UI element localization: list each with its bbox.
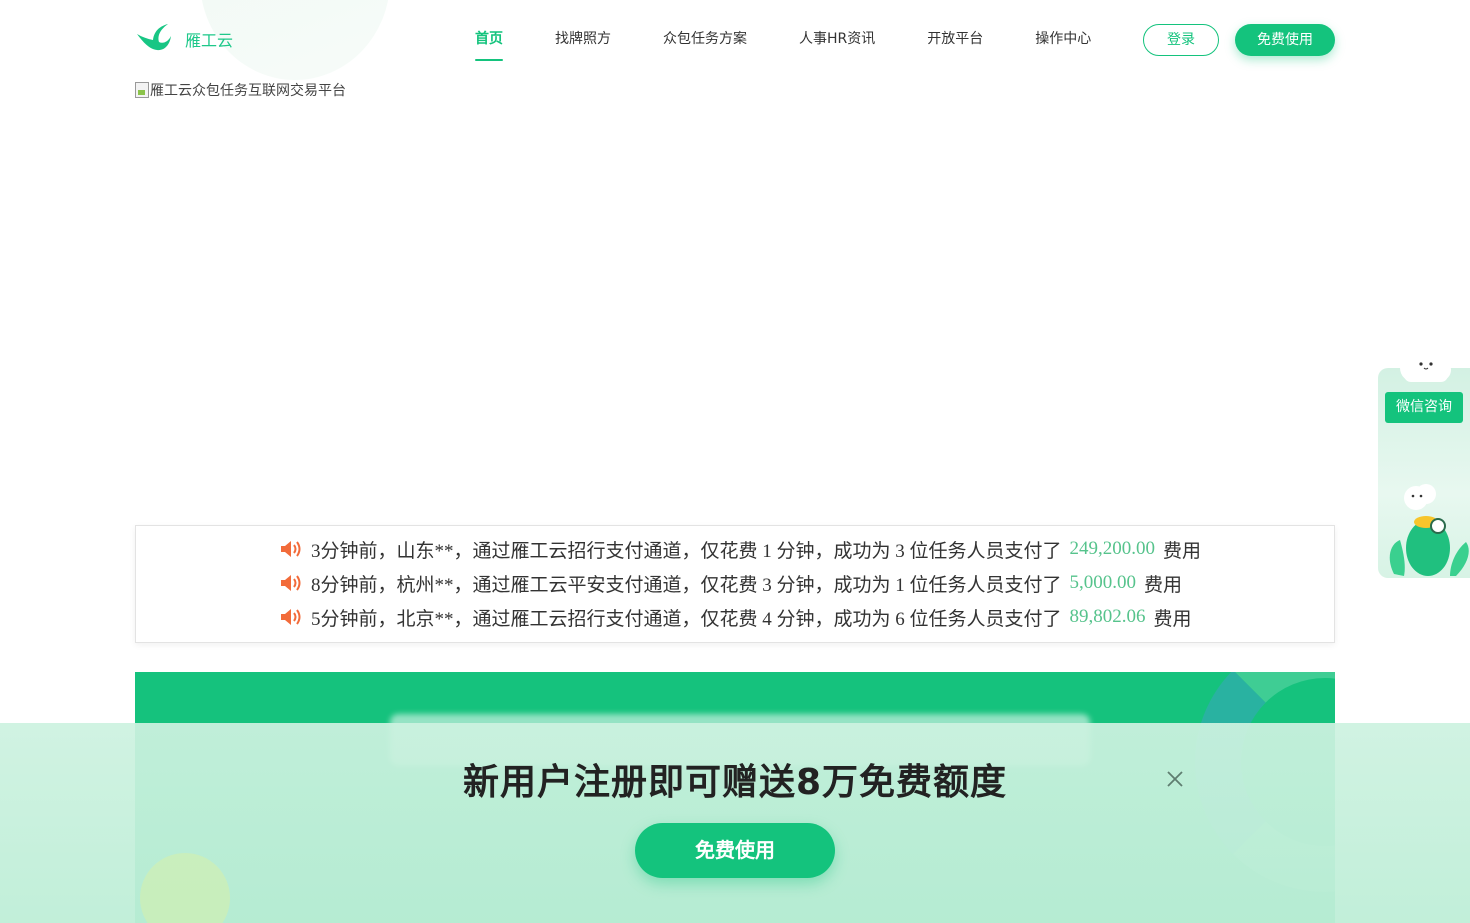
speaker-icon (281, 609, 301, 625)
ticker-suffix: 费用 (1163, 540, 1202, 562)
ticker-amount: 249,200.00 (1069, 538, 1156, 559)
site-header: 雁工云 首页 找牌照方 众包任务方案 人事HR资讯 开放平台 操作中心 登录 免… (135, 0, 1335, 80)
ticker-row: 5分钟前，北京**，通过雁工云招行支付通道，仅花费 4 分钟，成功为 6 位任务… (136, 600, 1334, 634)
ticker-row: 8分钟前，杭州**，通过雁工云平安支付通道，仅花费 3 分钟，成功为 1 位任务… (136, 566, 1334, 600)
nav-item-license[interactable]: 找牌照方 (555, 0, 611, 80)
speaker-icon (281, 541, 301, 557)
login-button[interactable]: 登录 (1143, 24, 1219, 56)
banner-image[interactable]: 雁工云众包任务互联网交易平台 (135, 80, 346, 100)
ticker-amount: 5,000.00 (1069, 572, 1137, 593)
banner-alt-text: 雁工云众包任务互联网交易平台 (150, 83, 346, 99)
mascot-icon (1389, 484, 1469, 576)
free-use-button[interactable]: 免费使用 (1235, 24, 1335, 56)
nav-item-operation-center[interactable]: 操作中心 (1035, 0, 1091, 80)
ticker-row: 3分钟前，山东**，通过雁工云招行支付通道，仅花费 1 分钟，成功为 3 位任务… (136, 532, 1334, 566)
nav-item-hr-news[interactable]: 人事HR资讯 (799, 0, 875, 80)
close-icon[interactable] (1163, 767, 1187, 791)
main-nav: 首页 找牌照方 众包任务方案 人事HR资讯 开放平台 操作中心 (475, 0, 1143, 80)
swallow-logo-icon (137, 24, 171, 51)
broken-image-icon (135, 82, 149, 98)
nav-item-open-platform[interactable]: 开放平台 (927, 0, 983, 80)
promo-title: 新用户注册即可赠送8万免费额度 (462, 762, 1008, 803)
signup-promo-bar: 新用户注册即可赠送8万免费额度 免费使用 (0, 723, 1470, 923)
nav-item-home[interactable]: 首页 (475, 0, 503, 80)
ticker-suffix: 费用 (1144, 574, 1183, 596)
logo[interactable]: 雁工云 (135, 22, 233, 56)
cloud-face-icon (1400, 346, 1451, 382)
nav-item-crowdsourcing[interactable]: 众包任务方案 (663, 0, 747, 80)
ticker-text: 3分钟前，山东**，通过雁工云招行支付通道，仅花费 1 分钟，成功为 3 位任务… (311, 540, 1062, 562)
ticker-amount: 89,802.06 (1069, 606, 1146, 627)
ticker-text: 5分钟前，北京**，通过雁工云招行支付通道，仅花费 4 分钟，成功为 6 位任务… (311, 608, 1062, 630)
ticker-suffix: 费用 (1153, 608, 1192, 630)
wechat-consult-button[interactable]: 微信咨询 (1385, 392, 1463, 423)
promo-free-use-button[interactable]: 免费使用 (635, 823, 835, 878)
logo-text: 雁工云 (185, 31, 234, 50)
speaker-icon (281, 575, 301, 591)
decorative-blob (140, 853, 230, 923)
ticker-text: 8分钟前，杭州**，通过雁工云平安支付通道，仅花费 3 分钟，成功为 1 位任务… (311, 574, 1062, 596)
payment-ticker: 3分钟前，山东**，通过雁工云招行支付通道，仅花费 1 分钟，成功为 3 位任务… (135, 525, 1335, 643)
